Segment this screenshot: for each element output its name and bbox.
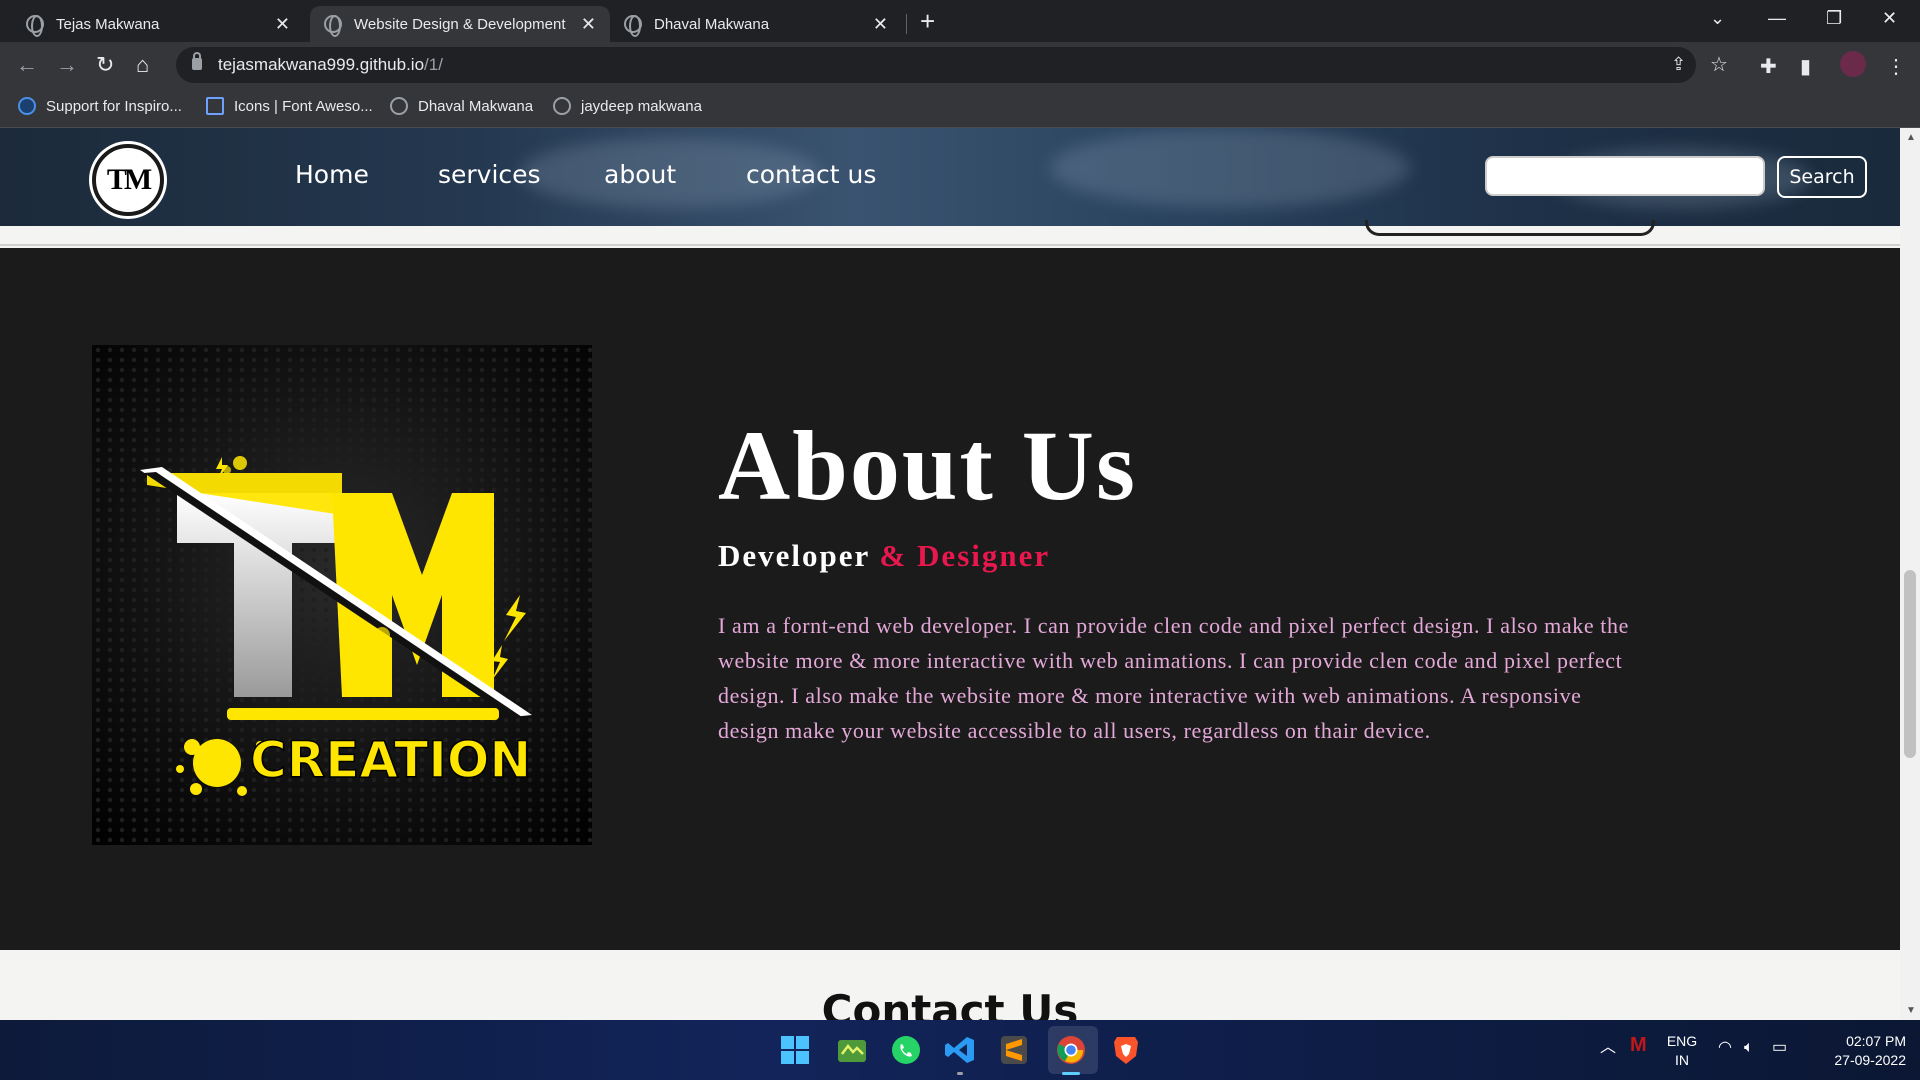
scroll-up-icon[interactable]: ▲: [1906, 132, 1916, 143]
contact-section-title: Contact Us: [821, 986, 1079, 1020]
bookmark-label: jaydeep makwana: [581, 97, 702, 115]
active-app-indicator: [1062, 1072, 1080, 1075]
nav-services[interactable]: services: [438, 160, 541, 189]
about-description: I am a fornt-end web developer. I can pr…: [718, 613, 1629, 743]
tab-tejas[interactable]: Tejas Makwana ✕: [12, 6, 304, 42]
whatsapp-icon[interactable]: [888, 1032, 924, 1068]
section-divider: [0, 220, 1900, 246]
globe-icon: [324, 15, 342, 37]
clock[interactable]: 02:07 PM 27-09-2022: [1812, 1032, 1906, 1070]
clock-date: 27-09-2022: [1834, 1052, 1906, 1068]
globe-icon: [553, 97, 571, 115]
windows-taskbar: ︿ M ENG IN ◠ 🔈︎ ▭ 02:07 PM 27-09-2022: [0, 1020, 1920, 1080]
back-icon[interactable]: ←: [16, 52, 38, 78]
nav-contact[interactable]: contact us: [746, 160, 876, 189]
tab-separator: [906, 14, 907, 34]
extensions-icon[interactable]: ✚: [1760, 54, 1777, 79]
tab-title: Dhaval Makwana: [654, 15, 770, 33]
close-icon[interactable]: ✕: [873, 14, 888, 35]
url-host: tejasmakwana999.github.io: [218, 55, 425, 74]
profile-avatar[interactable]: [1840, 51, 1866, 77]
lock-icon: [192, 52, 202, 70]
nav-home[interactable]: Home: [295, 160, 369, 189]
address-bar[interactable]: tejasmakwana999.github.io/1/ ⇪ ☆: [176, 47, 1728, 83]
side-panel-icon[interactable]: ▮: [1800, 54, 1811, 79]
globe-icon: [26, 15, 44, 37]
bookmark-label: Icons | Font Aweso...: [234, 97, 373, 115]
browser-toolbar: ← → ↻ ⌂ tejasmakwana999.github.io/1/ ⇪ ☆…: [0, 42, 1920, 88]
scrollbar-thumb[interactable]: [1904, 570, 1916, 758]
chrome-icon[interactable]: [1053, 1032, 1089, 1068]
globe-icon: [624, 15, 642, 37]
share-icon[interactable]: ⇪: [1671, 54, 1686, 75]
reload-icon[interactable]: ↻: [96, 52, 114, 78]
language-code: ENG: [1666, 1033, 1698, 1049]
minimize-icon[interactable]: —: [1768, 8, 1786, 29]
bookmark-item[interactable]: Dhaval Makwana: [390, 97, 533, 115]
app-running-indicator: [957, 1072, 963, 1075]
about-subtitle: Developer & Designer: [718, 538, 1050, 574]
close-icon[interactable]: ✕: [275, 14, 290, 35]
image-caption: CREATION: [250, 731, 531, 789]
mcafee-icon[interactable]: M: [1630, 1035, 1647, 1055]
url-path: /1/: [424, 55, 443, 74]
tab-website-design[interactable]: Website Design & Development ✕: [310, 6, 610, 42]
bookmark-label: Dhaval Makwana: [418, 97, 534, 115]
window-close-icon[interactable]: ✕: [1882, 8, 1897, 29]
tab-bar: Tejas Makwana ✕ Website Design & Develop…: [0, 0, 1920, 42]
home-icon[interactable]: ⌂: [136, 52, 149, 78]
subtitle-accent: & Designer: [879, 538, 1051, 573]
tab-title: Website Design & Development: [354, 15, 566, 33]
close-icon[interactable]: ✕: [581, 14, 596, 35]
flag-icon: [206, 97, 224, 115]
tab-dhaval[interactable]: Dhaval Makwana ✕: [610, 6, 902, 42]
site-navbar: TM Home services about contact us Search: [0, 128, 1900, 226]
page-viewport: TM Home services about contact us Search: [0, 128, 1900, 1020]
clock-time: 02:07 PM: [1846, 1033, 1906, 1049]
site-logo[interactable]: TM: [92, 144, 164, 216]
windows-start-icon[interactable]: [777, 1032, 813, 1068]
bookmark-item[interactable]: Icons | Font Aweso...: [206, 97, 373, 115]
logo-text: TM: [106, 163, 152, 196]
bookmark-star-icon[interactable]: ☆: [1710, 52, 1728, 77]
language-indicator[interactable]: ENG IN: [1664, 1032, 1700, 1070]
search-input[interactable]: [1485, 156, 1765, 196]
subtitle-main: Developer: [718, 538, 880, 573]
app-icon[interactable]: [834, 1032, 870, 1068]
menu-icon[interactable]: ⋮: [1886, 54, 1906, 79]
decorative-outline: [1365, 220, 1655, 236]
forward-icon[interactable]: →: [56, 52, 78, 78]
restore-icon[interactable]: ❐: [1826, 8, 1842, 29]
vscode-icon[interactable]: [942, 1032, 978, 1068]
sublime-icon[interactable]: [996, 1032, 1032, 1068]
search-button[interactable]: Search: [1777, 156, 1867, 198]
region-code: IN: [1675, 1052, 1689, 1068]
tab-title: Tejas Makwana: [56, 15, 160, 33]
globe-icon: [390, 97, 408, 115]
new-tab-icon[interactable]: +: [920, 6, 935, 37]
about-section: CREATION About Us Developer & Designer I…: [0, 248, 1900, 950]
show-hidden-icons[interactable]: ︿: [1600, 1038, 1616, 1057]
about-image: CREATION: [92, 345, 592, 845]
scroll-down-icon[interactable]: ▼: [1906, 1005, 1916, 1016]
dell-icon: [18, 97, 36, 115]
nav-about[interactable]: about: [604, 160, 676, 189]
page-scrollbar[interactable]: ▲ ▼: [1900, 128, 1920, 1020]
wifi-icon[interactable]: ◠: [1718, 1038, 1732, 1057]
battery-icon[interactable]: ▭: [1772, 1038, 1787, 1057]
tab-search-icon[interactable]: ⌄: [1710, 8, 1725, 29]
tm-creation-logo-graphic: CREATION: [92, 345, 592, 845]
bookmarks-bar: Support for Inspiro... Icons | Font Awes…: [0, 88, 1920, 128]
bookmark-item[interactable]: jaydeep makwana: [553, 97, 702, 115]
bookmark-item[interactable]: Support for Inspiro...: [18, 97, 182, 115]
volume-icon[interactable]: 🔈︎: [1744, 1038, 1754, 1057]
about-title: About Us: [718, 410, 1137, 521]
bookmark-label: Support for Inspiro...: [46, 97, 182, 115]
brave-icon[interactable]: [1108, 1032, 1144, 1068]
